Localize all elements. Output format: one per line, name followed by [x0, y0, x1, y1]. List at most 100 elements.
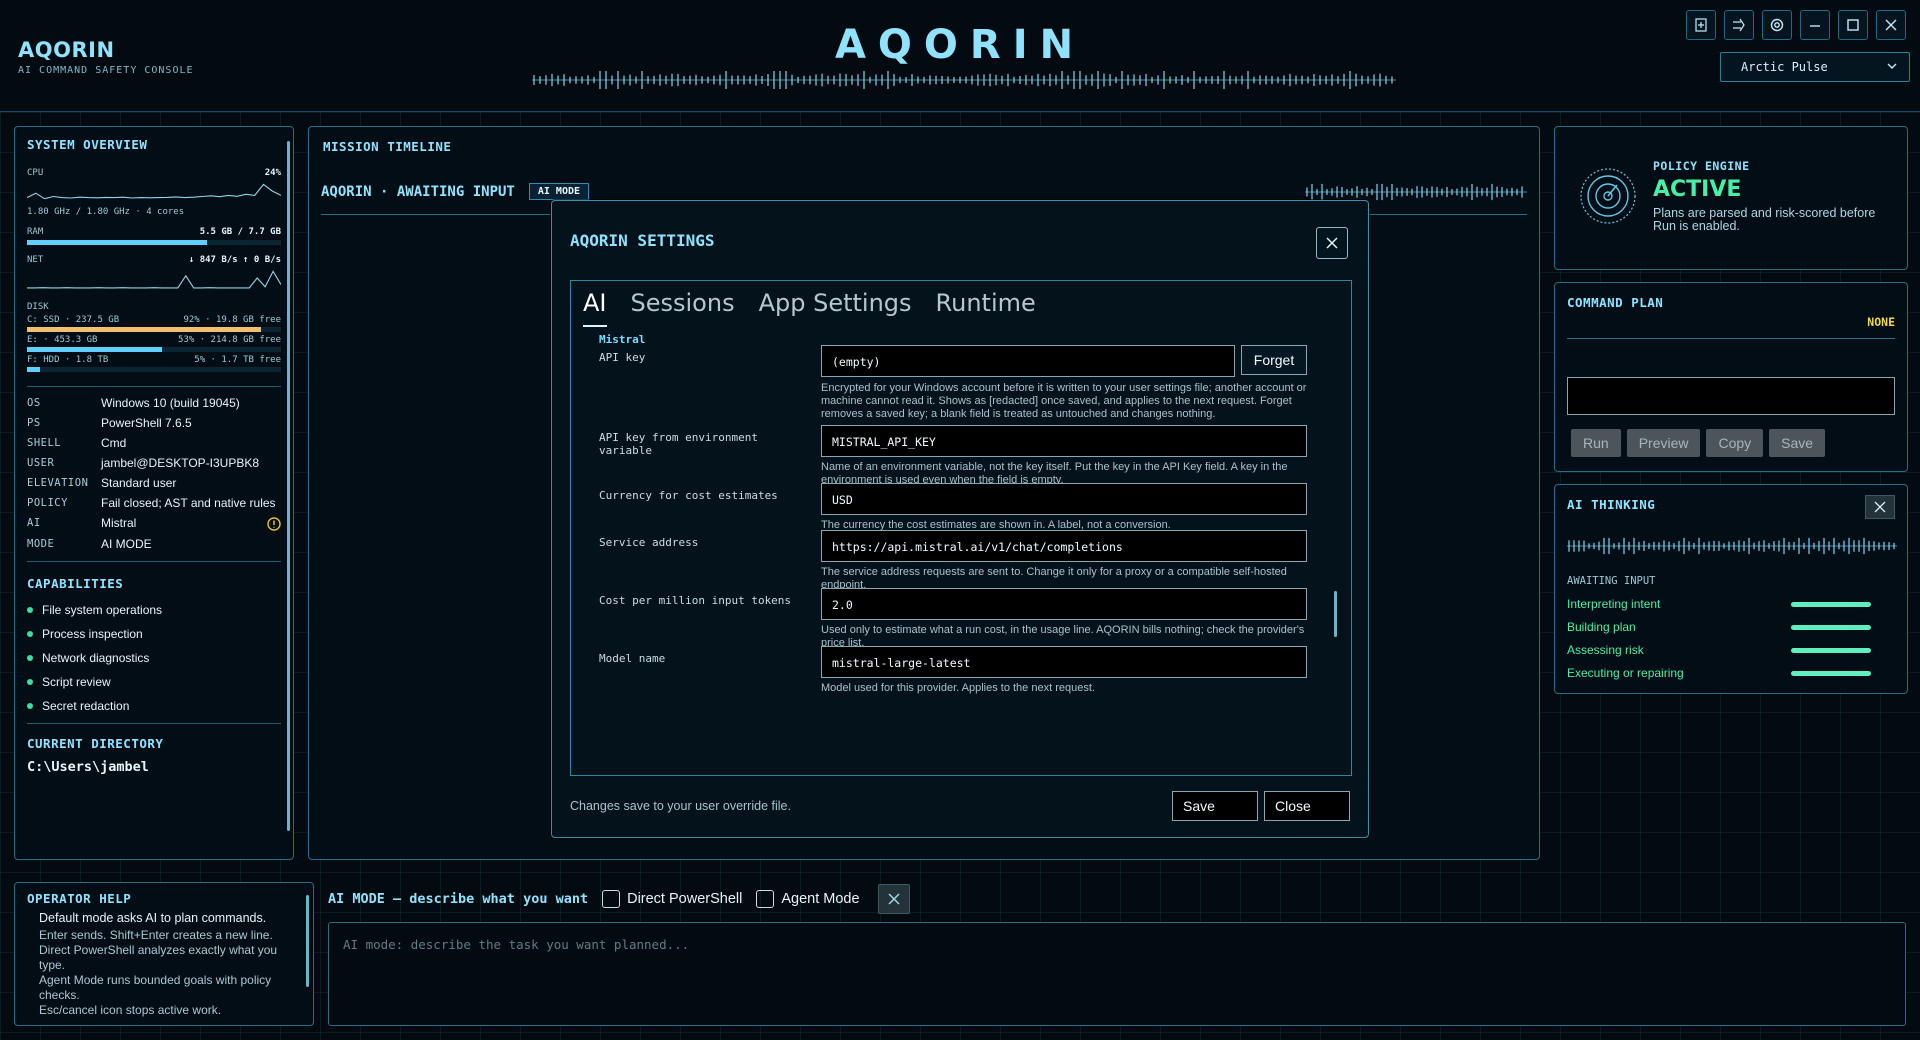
- disk-usage-bar: [27, 347, 281, 352]
- direct-powershell-checkbox[interactable]: [602, 890, 621, 908]
- settings-field-input[interactable]: mistral-large-latest: [821, 646, 1307, 678]
- capability-item: Secret redaction: [27, 699, 281, 713]
- capabilities-heading: CAPABILITIES: [27, 576, 124, 591]
- disk-drive-usage: 92% · 19.8 GB free: [183, 315, 281, 325]
- disk-label: DISK: [27, 302, 49, 312]
- disk-drive-name: E: · 453.3 GB: [27, 335, 98, 345]
- settings-title: AQORIN SETTINGS: [570, 231, 715, 250]
- system-info-value: Cmd: [101, 436, 127, 450]
- agent-mode-checkbox[interactable]: [756, 890, 775, 908]
- disk-drive: C: SSD · 237.5 GB 92% · 19.8 GB free: [27, 315, 281, 332]
- settings-scrollbar[interactable]: [1334, 591, 1337, 637]
- save-button[interactable]: Save: [1769, 429, 1826, 457]
- close-icon[interactable]: [1876, 10, 1906, 40]
- header-waveform: [532, 71, 1396, 89]
- mode-chip: AI MODE: [528, 183, 590, 200]
- disk-usage-bar-fill: [27, 327, 261, 332]
- settings-field: Model name mistral-large-latest Model us…: [599, 646, 1319, 726]
- command-plan-panel: COMMAND PLAN NONE Run Preview Copy Save: [1554, 282, 1908, 472]
- disk-drive-label: E: · 453.3 GB 53% · 214.8 GB free: [27, 335, 281, 345]
- capability-label: Network diagnostics: [42, 651, 150, 665]
- thinking-step-label: Interpreting intent: [1567, 597, 1661, 611]
- command-plan-buttons: Run Preview Copy Save: [1571, 429, 1826, 457]
- agent-mode-label: Agent Mode: [781, 891, 860, 907]
- settings-close-button-footer[interactable]: Close: [1264, 791, 1350, 821]
- settings-field-label: API key from environment variable: [599, 431, 758, 457]
- capability-item: Network diagnostics: [27, 651, 281, 665]
- mission-timeline-heading: MISSION TIMELINE: [323, 139, 452, 154]
- settings-icon[interactable]: [1762, 10, 1792, 40]
- capability-label: File system operations: [42, 603, 163, 617]
- run-button[interactable]: Run: [1571, 429, 1621, 457]
- settings-scroll-area: Mistral API key (empty) Forget Encrypted…: [571, 331, 1351, 775]
- maximize-icon[interactable]: [1838, 10, 1868, 40]
- settings-close-button[interactable]: [1316, 227, 1348, 259]
- copy-button[interactable]: Copy: [1706, 429, 1764, 457]
- policy-state: ACTIVE: [1653, 177, 1742, 202]
- settings-field-input[interactable]: https://api.mistral.ai/v1/chat/completio…: [821, 530, 1307, 562]
- settings-field-label: API key: [599, 351, 646, 364]
- current-directory-heading: CURRENT DIRECTORY: [27, 736, 164, 751]
- center-title: AQORIN: [834, 22, 1086, 68]
- command-plan-box[interactable]: [1567, 377, 1895, 415]
- disk-drive-usage: 53% · 214.8 GB free: [178, 335, 281, 345]
- mission-waveform: [1305, 183, 1527, 201]
- cpu-label: CPU: [27, 168, 44, 178]
- net-label: NET: [27, 255, 44, 265]
- risk-level: NONE: [1867, 315, 1895, 329]
- ram-label: RAM: [27, 227, 44, 237]
- system-info-key: AI: [27, 517, 41, 529]
- preview-button[interactable]: Preview: [1626, 429, 1701, 457]
- status-dot-icon: [27, 631, 33, 637]
- disk-drive-label: C: SSD · 237.5 GB 92% · 19.8 GB free: [27, 315, 281, 325]
- settings-field-input[interactable]: 2.0: [821, 588, 1307, 620]
- ai-thinking-panel: AI THINKING AWAITING INPUT Interpreting …: [1554, 484, 1908, 694]
- settings-field: API key (empty) Forget Encrypted for you…: [599, 345, 1319, 425]
- tab-ai[interactable]: AI: [583, 289, 607, 327]
- ai-prompt-input[interactable]: AI mode: describe the task you want plan…: [328, 922, 1906, 1026]
- thinking-step-label: Building plan: [1567, 620, 1636, 634]
- cancel-button[interactable]: [877, 884, 910, 914]
- system-info-row: ELEVATION Standard user: [27, 477, 281, 490]
- cpu-detail: 1.80 GHz / 1.80 GHz · 4 cores: [27, 207, 185, 217]
- close-icon: [888, 893, 900, 905]
- help-line: Enter sends. Shift+Enter creates a new l…: [39, 928, 273, 942]
- minimize-icon[interactable]: [1800, 10, 1830, 40]
- help-scrollbar[interactable]: [306, 895, 309, 987]
- system-info-value: AI MODE: [101, 537, 152, 551]
- divider: [27, 386, 281, 387]
- theme-select[interactable]: Arctic Pulse: [1720, 52, 1910, 82]
- export-icon[interactable]: [1724, 10, 1754, 40]
- settings-save-button[interactable]: Save: [1172, 791, 1258, 821]
- new-window-icon[interactable]: [1686, 10, 1716, 40]
- system-info-list: OS Windows 10 (build 19045) PS PowerShell 7…: [27, 397, 281, 551]
- divider: [27, 723, 281, 724]
- capability-item: File system operations: [27, 603, 281, 617]
- left-scrollbar[interactable]: [287, 141, 290, 831]
- close-icon: [1874, 501, 1886, 513]
- help-line: Esc/cancel icon stops active work.: [39, 1003, 222, 1017]
- thinking-step-bar: [1791, 647, 1871, 653]
- policy-engine-panel: POLICY ENGINE ACTIVE Plans are parsed an…: [1554, 126, 1908, 270]
- warning-icon[interactable]: [267, 517, 281, 531]
- disk-drive-label: F: HDD · 1.8 TB 5% · 1.7 TB free: [27, 355, 281, 365]
- settings-field-input[interactable]: MISTRAL_API_KEY: [821, 425, 1307, 457]
- ai-thinking-close-button[interactable]: [1865, 495, 1895, 519]
- title-bar: AQORIN AI COMMAND SAFETY CONSOLE AQORIN …: [0, 0, 1920, 112]
- system-info-row: MODE AI MODE: [27, 538, 281, 551]
- prompt-label: AI MODE — describe what you want: [328, 891, 589, 907]
- tab-app-settings[interactable]: App Settings: [759, 289, 912, 327]
- system-info-value: jambel@DESKTOP-I3UPBK8: [101, 456, 260, 470]
- disk-list: C: SSD · 237.5 GB 92% · 19.8 GB free E: ·…: [27, 315, 281, 372]
- settings-field-input[interactable]: (empty): [821, 345, 1235, 377]
- thinking-step: Executing or repairing: [1567, 666, 1871, 680]
- forget-button[interactable]: Forget: [1241, 345, 1307, 375]
- tab-runtime[interactable]: Runtime: [936, 289, 1036, 327]
- close-icon: [1326, 237, 1338, 249]
- tab-sessions[interactable]: Sessions: [631, 289, 735, 327]
- settings-tabs: AI Sessions App Settings Runtime: [583, 289, 1036, 327]
- radar-icon: [1580, 168, 1636, 224]
- thinking-step: Interpreting intent: [1567, 597, 1871, 611]
- net-metric: NET ↓ 847 B/s ↑ 0 B/s: [27, 255, 281, 265]
- settings-field-input[interactable]: USD: [821, 483, 1307, 515]
